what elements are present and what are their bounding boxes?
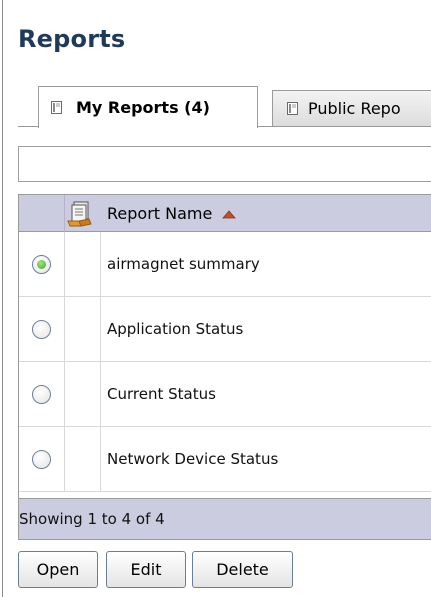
sort-ascending-icon bbox=[222, 204, 237, 223]
row-select-cell bbox=[19, 297, 65, 361]
row-select-cell bbox=[19, 232, 65, 296]
table-row[interactable]: airmagnet summary bbox=[19, 232, 431, 297]
edit-button[interactable]: Edit bbox=[106, 551, 186, 588]
row-select-cell bbox=[19, 362, 65, 426]
tab-my-reports[interactable]: My Reports (4) bbox=[38, 86, 258, 128]
page-title: Reports bbox=[18, 25, 126, 53]
row-radio[interactable] bbox=[32, 449, 51, 469]
report-name-cell: Application Status bbox=[107, 320, 244, 338]
window-left-border bbox=[2, 0, 3, 597]
column-header-report-name[interactable]: Report Name bbox=[107, 195, 237, 232]
column-header-label: Report Name bbox=[107, 204, 213, 223]
row-icon-cell bbox=[65, 232, 101, 296]
table-row[interactable]: Application Status bbox=[19, 297, 431, 362]
row-radio[interactable] bbox=[32, 319, 51, 339]
report-name-cell: Current Status bbox=[107, 385, 216, 403]
table-row[interactable]: Current Status bbox=[19, 362, 431, 427]
paging-status: Showing 1 to 4 of 4 bbox=[19, 510, 165, 528]
open-button[interactable]: Open bbox=[18, 551, 98, 588]
grid-footer: Showing 1 to 4 of 4 bbox=[19, 498, 431, 539]
report-name-cell: airmagnet summary bbox=[107, 255, 260, 273]
report-page-icon bbox=[287, 102, 298, 115]
row-radio[interactable] bbox=[32, 384, 51, 404]
tab-public-reports[interactable]: Public Repo bbox=[272, 90, 431, 126]
row-icon-cell bbox=[65, 362, 101, 426]
reports-stack-icon bbox=[65, 199, 95, 229]
filter-input[interactable] bbox=[18, 146, 431, 182]
report-name-cell: Network Device Status bbox=[107, 450, 279, 468]
report-page-icon bbox=[51, 101, 62, 114]
selection-column-header bbox=[19, 195, 65, 232]
tab-label: Public Repo bbox=[308, 99, 401, 118]
row-icon-cell bbox=[65, 297, 101, 361]
delete-button[interactable]: Delete bbox=[192, 551, 293, 588]
table-row[interactable]: Network Device Status bbox=[19, 427, 431, 492]
row-radio[interactable] bbox=[32, 254, 51, 274]
row-icon-cell bbox=[65, 427, 101, 491]
row-select-cell bbox=[19, 427, 65, 491]
tab-label: My Reports (4) bbox=[76, 98, 210, 117]
grid-header: Report Name bbox=[19, 195, 431, 232]
reports-grid: Report Name airmagnet summary Applicatio… bbox=[18, 194, 431, 540]
